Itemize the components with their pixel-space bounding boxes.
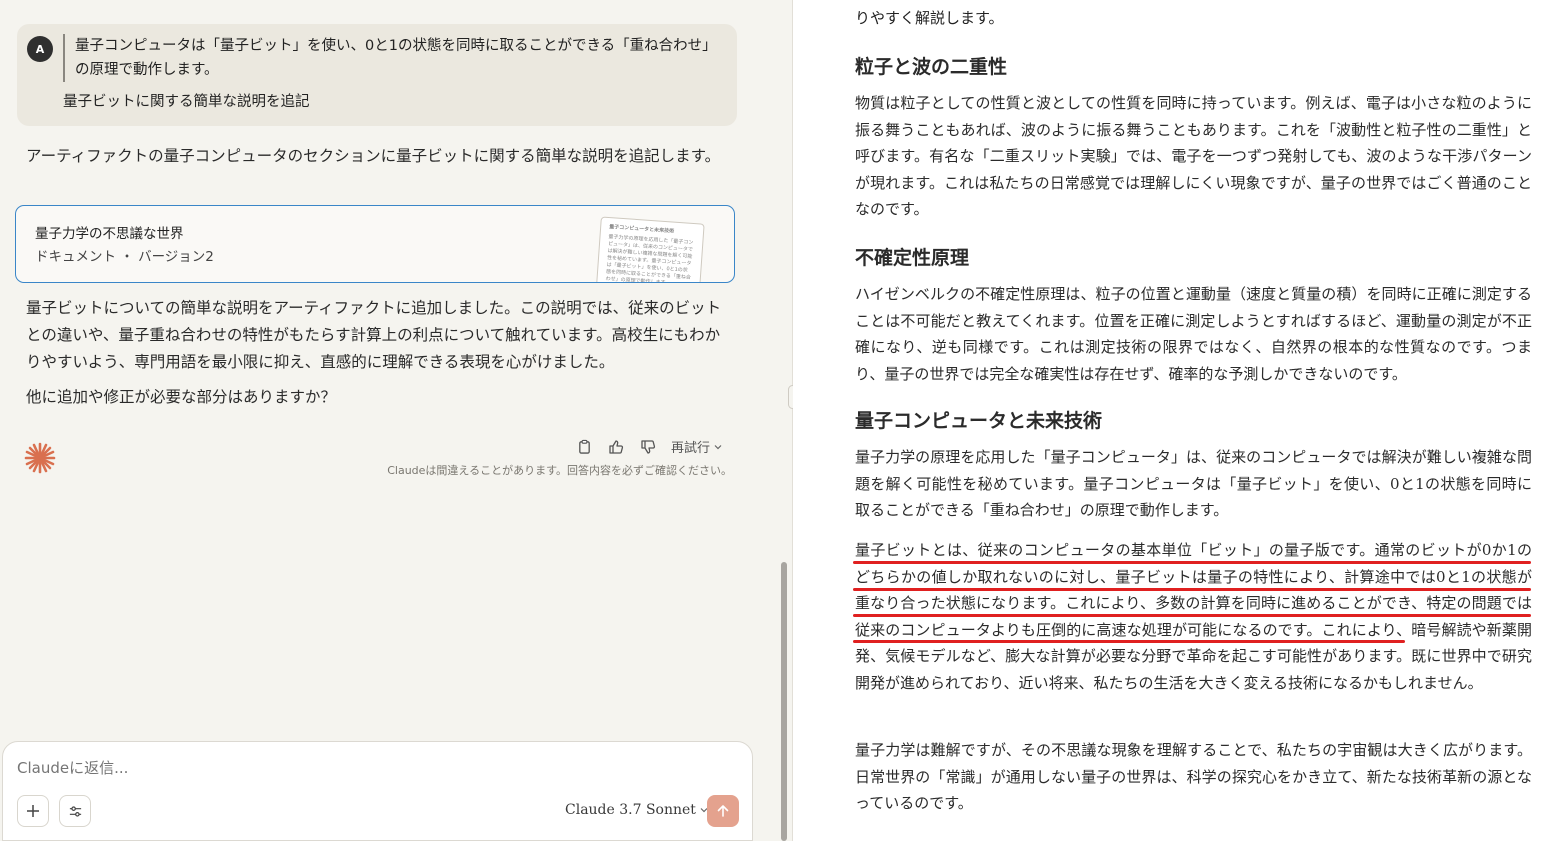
- chat-panel: A 量子コンピュータは「量子ビット」を使い、0と1の状態を同時に取ることができる…: [0, 0, 792, 841]
- sliders-icon: [69, 805, 81, 817]
- section-paragraph: ハイゼンベルクの不確定性原理は、粒子の位置と運動量（速度と質量の積）を同時に正確…: [855, 285, 1532, 383]
- artifact-title: 量子力学の不思議な世界: [35, 226, 184, 242]
- annotation-underline: [853, 588, 1531, 591]
- annotation-underline: [853, 561, 1531, 564]
- chat-scrollbar[interactable]: [781, 562, 787, 841]
- arrow-up-icon: [717, 805, 729, 817]
- send-button[interactable]: [707, 795, 739, 827]
- retry-button[interactable]: 再試行: [671, 437, 723, 456]
- annotation-underline: [853, 614, 1531, 617]
- disclaimer: Claudeは間違えることがあります。回答内容を必ずご確認ください。: [387, 464, 732, 477]
- section-paragraph: 量子力学の原理を応用した「量子コンピュータ」は、従来のコンピュータでは解決が難し…: [855, 448, 1532, 519]
- annotation-underline: [853, 640, 1405, 643]
- plus-icon: [27, 805, 39, 817]
- thumbs-up-icon[interactable]: [607, 438, 625, 456]
- user-avatar: A: [27, 36, 53, 62]
- retry-label: 再試行: [671, 441, 711, 456]
- doc-top-fragment: りやすく解説します。: [855, 9, 1004, 27]
- thumbs-down-icon[interactable]: [639, 438, 657, 456]
- artifact-card[interactable]: 量子力学の不思議な世界 ドキュメント ・ バージョン2 量子コンピュータと未来技…: [15, 205, 735, 283]
- section-heading: 粒子と波の二重性: [855, 56, 1008, 78]
- model-selector[interactable]: Claude 3.7 Sonnet: [565, 802, 709, 818]
- thumb-text: 量子力学の原理を応用した「量子コンピュータ」は、従来のコンピュータでは解決が難し…: [605, 234, 694, 283]
- chevron-down-icon: [714, 444, 722, 449]
- composer: Claude 3.7 Sonnet: [2, 741, 753, 841]
- section-heading: 量子コンピュータと未来技術: [855, 410, 1103, 432]
- model-name: Claude 3.7 Sonnet: [565, 802, 696, 818]
- claude-logo-icon: [24, 442, 56, 474]
- reply-input[interactable]: [17, 759, 717, 777]
- user-message: A 量子コンピュータは「量子ビット」を使い、0と1の状態を同時に取ることができる…: [17, 24, 737, 126]
- assistant-body: 量子ビットについての簡単な説明をアーティファクトに追加しました。この説明では、従…: [26, 299, 722, 371]
- copy-icon[interactable]: [575, 438, 593, 456]
- add-button[interactable]: [17, 795, 49, 827]
- section-paragraph: 物質は粒子としての性質と波としての性質を同時に持っています。例えば、電子は小さな…: [855, 94, 1532, 218]
- artifact-panel: りやすく解説します。 粒子と波の二重性 物質は粒子としての性質と波としての性質を…: [793, 0, 1565, 841]
- artifact-thumbnail: 量子コンピュータと未来技術 量子力学の原理を応用した「量子コンピュータ」は、従来…: [595, 216, 705, 283]
- artifact-subtitle: ドキュメント ・ バージョン2: [35, 249, 214, 265]
- assistant-intro: アーティファクトの量子コンピュータのセクションに量子ビットに関する簡単な説明を追…: [26, 147, 721, 165]
- section-heading: 不確定性原理: [855, 247, 970, 269]
- settings-button[interactable]: [59, 795, 91, 827]
- quoted-text: 量子コンピュータは「量子ビット」を使い、0と1の状態を同時に取ることができる「重…: [63, 34, 723, 82]
- assistant-question: 他に追加や修正が必要な部分はありますか？: [26, 388, 337, 406]
- message-actions: 再試行: [575, 437, 723, 456]
- section-paragraph: 量子力学は難解ですが、その不思議な現象を理解することで、私たちの宇宙観は大きく広…: [855, 741, 1532, 812]
- user-message-text: 量子ビットに関する簡単な説明を追記: [63, 94, 310, 110]
